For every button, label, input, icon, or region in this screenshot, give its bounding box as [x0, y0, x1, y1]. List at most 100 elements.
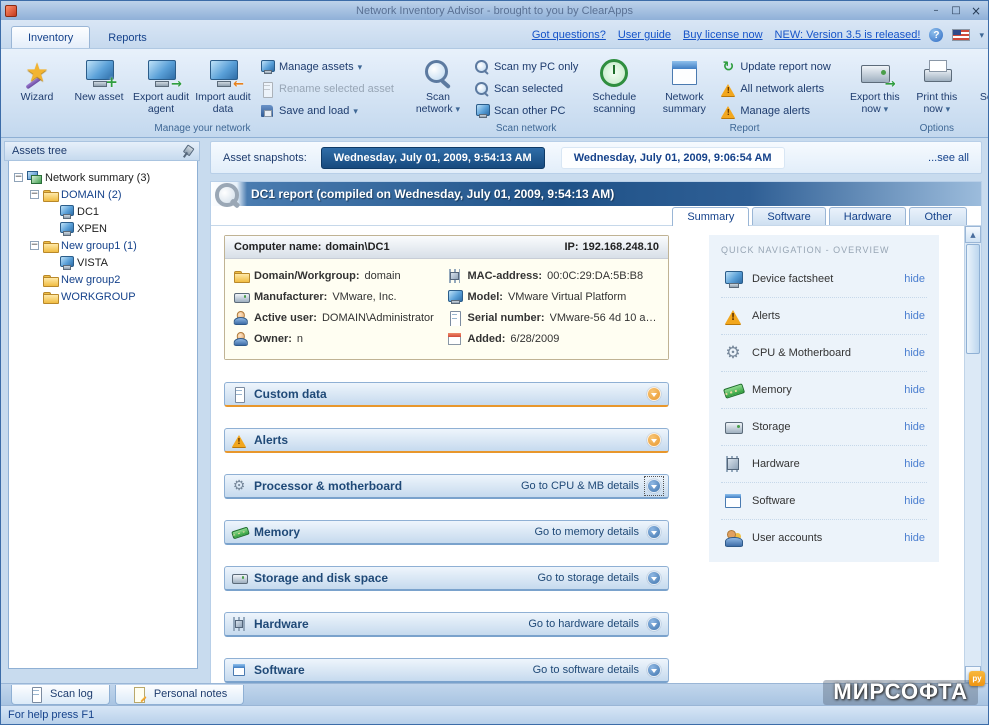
scan-other-pc-button[interactable]: Scan other PC: [474, 103, 578, 119]
all-network-alerts-button[interactable]: All network alerts: [720, 81, 831, 97]
section-details-link[interactable]: Go to storage details: [537, 572, 639, 584]
section-details-link[interactable]: Go to CPU & MB details: [521, 480, 639, 492]
update-report-now-button[interactable]: Update report now: [720, 59, 831, 75]
scan-my-pc-only-button[interactable]: Scan my PC only: [474, 59, 578, 75]
quick-nav-item[interactable]: Device factsheet hide: [721, 261, 927, 298]
report-tab[interactable]: Summary: [672, 207, 749, 226]
snapshot-button[interactable]: Wednesday, July 01, 2009, 9:06:54 AM: [561, 147, 785, 169]
top-link[interactable]: Got questions?: [532, 29, 606, 41]
top-link[interactable]: Buy license now: [683, 29, 763, 41]
field-label: Domain/Workgroup:: [254, 270, 360, 282]
wizard-button[interactable]: Wizard: [7, 53, 67, 119]
tree-item[interactable]: New group2: [12, 271, 194, 288]
info-fields-right: MAC-address: 00:0C:29:DA:5B:B8 Model: VM…: [447, 268, 661, 347]
hide-link[interactable]: hide: [904, 310, 925, 322]
export-audit-agent-button[interactable]: Export audit agent: [131, 53, 191, 119]
section-collapse-button[interactable]: [646, 616, 662, 632]
tree-item[interactable]: XPEN: [12, 220, 194, 237]
report-body: Computer name: domain\DC1 IP: 192.168.24…: [211, 226, 981, 683]
rename-asset-icon: [259, 81, 275, 97]
export-this-now-button[interactable]: Export this now: [845, 53, 905, 119]
report-section-header[interactable]: Storage and disk space Go to storage det…: [224, 566, 669, 591]
report-section-header[interactable]: Memory Go to memory details: [224, 520, 669, 545]
report-section-header[interactable]: Software Go to software details: [224, 658, 669, 683]
tree-expander-icon[interactable]: [30, 241, 39, 250]
manage-assets-button[interactable]: Manage assets: [259, 59, 394, 75]
section-collapse-button[interactable]: [646, 662, 662, 678]
scrollbar-track[interactable]: [965, 243, 981, 666]
maximize-button[interactable]: [948, 4, 964, 17]
hide-link[interactable]: hide: [904, 347, 925, 359]
report-tab[interactable]: Other: [909, 207, 967, 225]
tree-expander-icon[interactable]: [30, 190, 39, 199]
scan-other-pc-label: Scan other PC: [494, 105, 566, 117]
see-all-link[interactable]: ...see all: [928, 152, 969, 164]
tree-item[interactable]: New group1 (1): [12, 237, 194, 254]
snapshot-button[interactable]: Wednesday, July 01, 2009, 9:54:13 AM: [321, 147, 545, 169]
top-link[interactable]: NEW: Version 3.5 is released!: [775, 29, 921, 41]
quick-nav-item[interactable]: Storage hide: [721, 409, 927, 446]
tree-item[interactable]: Network summary (3): [12, 169, 194, 186]
print-this-now-button[interactable]: Print this now: [907, 53, 967, 119]
import-audit-data-button[interactable]: Import audit data: [193, 53, 253, 119]
quick-nav-item[interactable]: User accounts hide: [721, 520, 927, 556]
tree-item[interactable]: DOMAIN (2): [12, 186, 194, 203]
tree-item[interactable]: WORKGROUP: [12, 288, 194, 305]
hide-link[interactable]: hide: [904, 532, 925, 544]
report-section-header[interactable]: Custom data: [224, 382, 669, 407]
quick-nav-item[interactable]: CPU & Motherboard hide: [721, 335, 927, 372]
section-collapse-button[interactable]: [646, 524, 662, 540]
report-tab[interactable]: Hardware: [829, 207, 907, 225]
scan-network-button[interactable]: Scan network: [408, 53, 468, 119]
section-collapse-button[interactable]: [646, 386, 662, 402]
quick-nav-item[interactable]: Alerts hide: [721, 298, 927, 335]
section-collapse-button[interactable]: [646, 478, 662, 494]
report-tab[interactable]: Software: [752, 207, 825, 225]
quick-nav-item[interactable]: Software hide: [721, 483, 927, 520]
save-and-load-button[interactable]: Save and load: [259, 103, 394, 119]
scan-selected-button[interactable]: Scan selected: [474, 81, 578, 97]
hide-link[interactable]: hide: [904, 458, 925, 470]
tree-item[interactable]: VISTA: [12, 254, 194, 271]
section-collapse-button[interactable]: [646, 570, 662, 586]
pin-icon[interactable]: [176, 140, 198, 162]
hide-link[interactable]: hide: [904, 273, 925, 285]
hide-link[interactable]: hide: [904, 384, 925, 396]
hide-link[interactable]: hide: [904, 421, 925, 433]
quick-nav-item[interactable]: Memory hide: [721, 372, 927, 409]
language-caret-icon[interactable]: [979, 29, 984, 41]
bottom-tab[interactable]: Personal notes: [115, 685, 244, 705]
settings-label: Settings: [980, 92, 989, 104]
settings-button[interactable]: Settings: [969, 53, 989, 119]
hide-link[interactable]: hide: [904, 495, 925, 507]
quick-nav-item[interactable]: Hardware hide: [721, 446, 927, 483]
scroll-up-arrow-icon[interactable]: [965, 226, 981, 243]
export-arrow-icon: [885, 78, 896, 91]
ribbon-tab[interactable]: Reports: [92, 27, 163, 48]
section-collapse-button[interactable]: [646, 432, 662, 448]
rename-selected-asset-button[interactable]: Rename selected asset: [259, 81, 394, 97]
ribbon-tab[interactable]: Inventory: [11, 26, 90, 48]
top-link[interactable]: User guide: [618, 29, 671, 41]
vertical-scrollbar[interactable]: [964, 226, 981, 683]
help-icon[interactable]: [929, 28, 943, 42]
manage-alerts-button[interactable]: Manage alerts: [720, 103, 831, 119]
tree-item[interactable]: DC1: [12, 203, 194, 220]
import-audit-data-label: Import audit data: [194, 92, 252, 115]
language-flag-icon[interactable]: [952, 29, 970, 41]
scrollbar-thumb[interactable]: [966, 244, 980, 354]
field-value: DOMAIN\Administrator: [322, 312, 434, 324]
bottom-tab[interactable]: Scan log: [11, 685, 110, 705]
schedule-scanning-button[interactable]: Schedule scanning: [584, 53, 644, 119]
network-summary-button[interactable]: Network summary: [654, 53, 714, 119]
section-details-link[interactable]: Go to hardware details: [528, 618, 639, 630]
section-details-link[interactable]: Go to software details: [533, 664, 639, 676]
close-button[interactable]: [968, 4, 984, 17]
report-section-header[interactable]: Hardware Go to hardware details: [224, 612, 669, 637]
new-asset-button[interactable]: New asset: [69, 53, 129, 119]
minimize-button[interactable]: [928, 4, 944, 17]
report-section-header[interactable]: Processor & motherboard Go to CPU & MB d…: [224, 474, 669, 499]
report-section-header[interactable]: Alerts: [224, 428, 669, 453]
section-details-link[interactable]: Go to memory details: [534, 526, 639, 538]
tree-expander-icon[interactable]: [14, 173, 23, 182]
